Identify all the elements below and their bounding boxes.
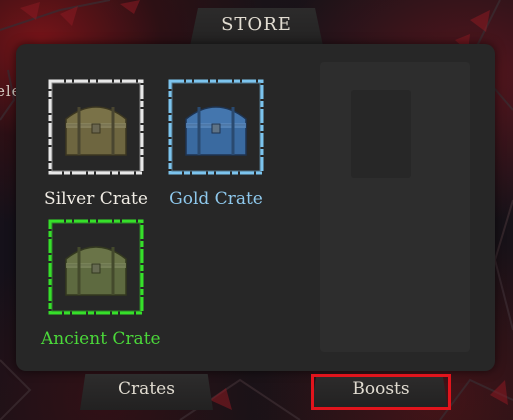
tab-crates[interactable]: Crates xyxy=(80,379,213,399)
store-title: STORE xyxy=(221,14,292,35)
silver-crate-chest-icon xyxy=(48,79,144,175)
crate-frame xyxy=(166,77,266,177)
crate-label: Gold Crate xyxy=(169,189,263,209)
crate-item-ancient[interactable]: Ancient Crate xyxy=(41,217,161,349)
crate-label: Ancient Crate xyxy=(41,329,161,349)
selected-tab-highlight xyxy=(311,374,451,410)
crate-frame xyxy=(46,217,146,317)
crate-item-silver[interactable]: Silver Crate xyxy=(41,77,151,209)
item-preview-image xyxy=(351,90,411,178)
store-panel: Silver Crate Gold Crate Ancient Crate xyxy=(16,44,495,371)
crate-frame xyxy=(46,77,146,177)
ancient-crate-chest-icon xyxy=(48,219,144,315)
crate-label: Silver Crate xyxy=(44,189,148,209)
game-screen: ele STORE Silver Crate Gold Crate Ancien… xyxy=(0,0,513,420)
gold-crate-chest-icon xyxy=(168,79,264,175)
crate-item-gold[interactable]: Gold Crate xyxy=(161,77,271,209)
item-preview-pane xyxy=(320,62,470,352)
